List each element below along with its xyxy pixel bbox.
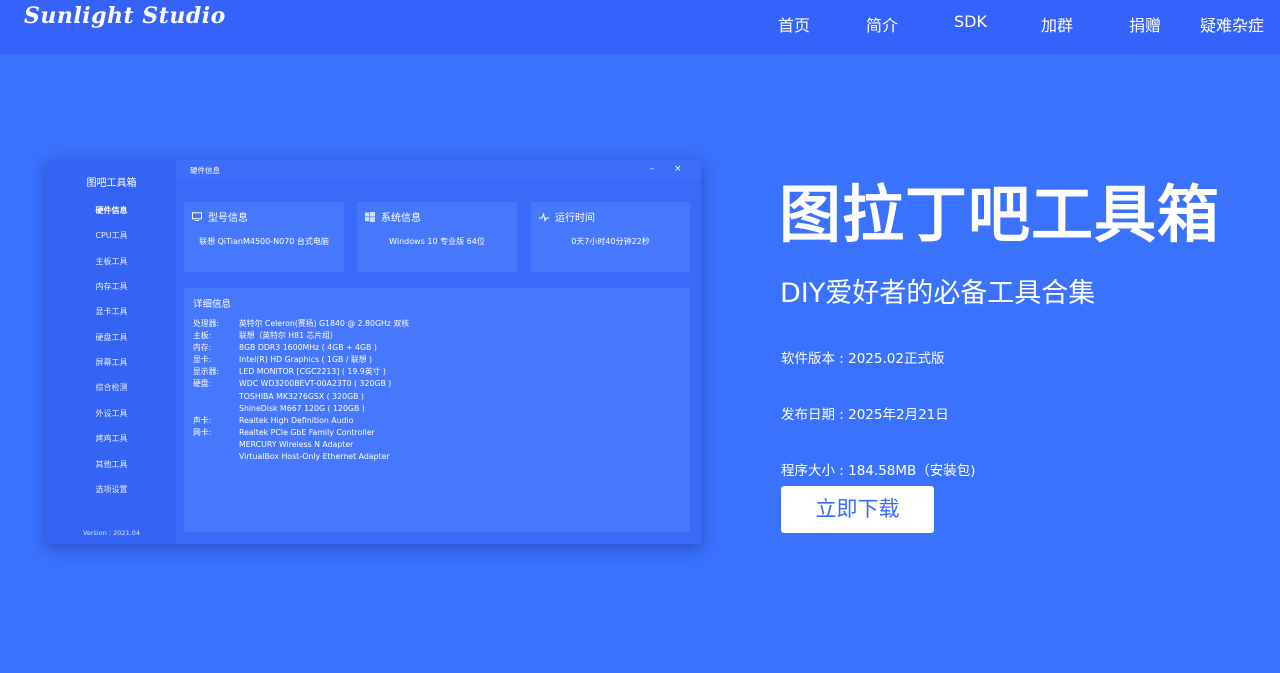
- sidebar-item-benchmark[interactable]: 综合检测: [47, 382, 176, 393]
- windows-icon: [365, 211, 375, 222]
- nav-donate[interactable]: 捐赠: [1129, 12, 1161, 36]
- detail-row: 硬盘: WDC WD3200BEVT-00A23T0 ( 320GB ): [193, 379, 392, 389]
- detail-row: 声卡: Realtek High Definition Audio: [193, 415, 354, 425]
- detail-row: TOSHIBA MK3276GSX ( 320GB ): [239, 391, 364, 401]
- card-value: 0天7小时40分钟22秒: [571, 237, 650, 246]
- detail-row: 显卡: Intel(R) HD Graphics ( 1GB / 联想 ): [193, 355, 373, 365]
- sidebar-item-motherboard[interactable]: 主板工具: [47, 256, 176, 267]
- nav-intro[interactable]: 简介: [866, 12, 898, 36]
- sidebar-item-memory[interactable]: 内存工具: [47, 281, 176, 292]
- nav-faq[interactable]: 疑难杂症: [1200, 12, 1264, 36]
- card-system-info: 系统信息 Windows 10 专业版 64位: [357, 202, 517, 272]
- detail-row: 网卡: Realtek PCIe GbE Family Controller: [193, 427, 375, 437]
- close-button[interactable]: ×: [674, 164, 682, 174]
- app-titlebar: 硬件信息 – ×: [176, 160, 701, 180]
- sidebar-item-screen[interactable]: 屏幕工具: [47, 357, 176, 368]
- window-title: 硬件信息: [190, 166, 220, 175]
- detail-panel: 详细信息 处理器: 英特尔 Celeron(赛扬) G1840 @ 2.80GHz…: [184, 288, 690, 532]
- card-title: 系统信息: [381, 213, 421, 224]
- app-sidebar: 图吧工具箱 硬件信息 CPU工具 主板工具 内存工具 显卡工具 硬盘工具 屏幕工…: [47, 160, 176, 544]
- detail-row: 显示器: LED MONITOR [CGC2213] ( 19.9英寸 ): [193, 367, 386, 377]
- software-version: 软件版本 : 2025.02正式版: [781, 351, 945, 367]
- app-preview-window: 图吧工具箱 硬件信息 CPU工具 主板工具 内存工具 显卡工具 硬盘工具 屏幕工…: [47, 160, 701, 544]
- card-uptime: 运行时间 0天7小时40分钟22秒: [531, 202, 690, 272]
- sidebar-item-settings[interactable]: 选项设置: [47, 484, 176, 495]
- minimize-button[interactable]: –: [650, 164, 655, 174]
- app-version: Version : 2021.04: [82, 529, 141, 537]
- detail-row: VirtualBox Host-Only Ethernet Adapter: [239, 452, 390, 462]
- card-title: 型号信息: [208, 213, 248, 224]
- release-date: 发布日期 : 2025年2月21日: [781, 407, 949, 423]
- nav-home[interactable]: 首页: [778, 12, 810, 36]
- sidebar-item-hardware-info[interactable]: 硬件信息: [47, 205, 176, 216]
- detail-row: ShineDisk M667 120G ( 120GB ): [239, 403, 365, 413]
- pulse-icon: [539, 211, 549, 222]
- download-button[interactable]: 立即下载: [781, 486, 934, 533]
- hero-subtitle: DIY爱好者的必备工具合集: [780, 278, 1096, 309]
- detail-row: 内存: 8GB DDR3 1600MHz ( 4GB + 4GB ): [193, 343, 377, 353]
- app-title: 图吧工具箱: [86, 178, 137, 189]
- detail-list: 处理器: 英特尔 Celeron(赛扬) G1840 @ 2.80GHz 双核 主…: [193, 318, 683, 463]
- sidebar-item-other[interactable]: 其他工具: [47, 459, 176, 470]
- sidebar-item-gpu[interactable]: 显卡工具: [47, 306, 176, 317]
- sidebar-item-cpu[interactable]: CPU工具: [47, 230, 176, 241]
- card-value: Windows 10 专业版 64位: [389, 237, 485, 246]
- nav-sdk[interactable]: SDK: [954, 12, 987, 31]
- detail-row: 主板: 联想（英特尔 H81 芯片组）: [193, 331, 338, 341]
- hero-title: 图拉丁吧工具箱: [779, 178, 1221, 251]
- sidebar-item-disk[interactable]: 硬盘工具: [47, 332, 176, 343]
- sidebar-item-stress-test[interactable]: 烤鸡工具: [47, 433, 176, 444]
- monitor-icon: [192, 211, 202, 221]
- site-logo[interactable]: Sunlight Studio: [24, 3, 226, 29]
- nav-join-group[interactable]: 加群: [1041, 12, 1073, 36]
- card-model-info: 型号信息 联想 QiTianM4500-N070 台式电脑: [184, 202, 344, 272]
- top-navbar: Sunlight Studio 首页 简介 SDK 加群 捐赠 疑难杂症: [0, 0, 1280, 54]
- detail-title: 详细信息: [193, 299, 232, 310]
- program-size: 程序大小 : 184.58MB（安装包): [781, 463, 976, 479]
- card-value: 联想 QiTianM4500-N070 台式电脑: [199, 237, 329, 246]
- sidebar-item-peripherals[interactable]: 外设工具: [47, 408, 176, 419]
- detail-row: 处理器: 英特尔 Celeron(赛扬) G1840 @ 2.80GHz 双核: [193, 319, 410, 328]
- detail-row: MERCURY Wireless N Adapter: [239, 439, 354, 449]
- card-title: 运行时间: [555, 213, 595, 224]
